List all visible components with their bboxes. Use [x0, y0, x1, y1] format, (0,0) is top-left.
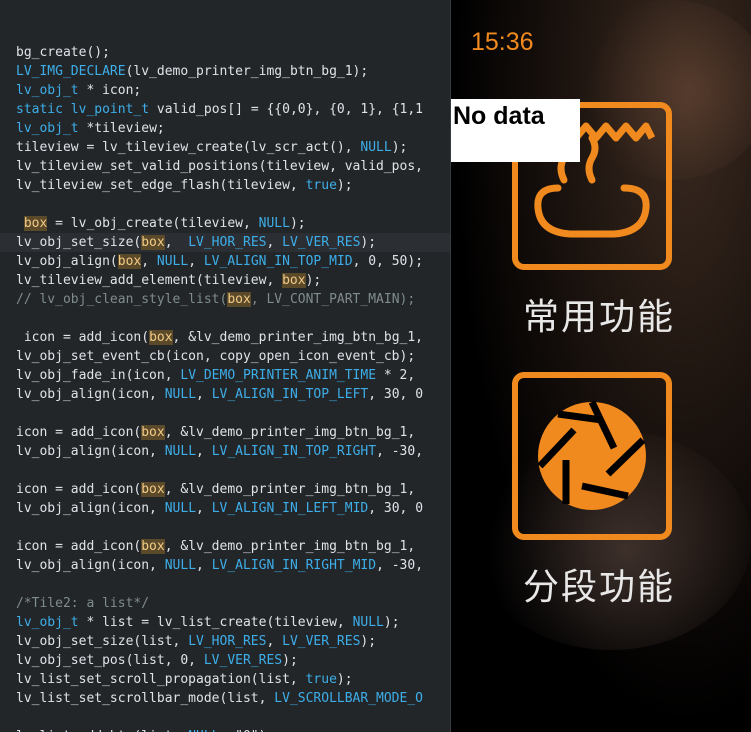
code-line[interactable]: icon = add_icon(box, &lv_demo_printer_im…	[16, 537, 451, 556]
code-line[interactable]: lv_tileview_set_edge_flash(tileview, tru…	[16, 176, 451, 195]
code-line[interactable]: lv_obj_set_size(box, LV_HOR_RES, LV_VER_…	[0, 233, 451, 252]
segment-functions-button[interactable]	[512, 372, 672, 540]
code-line[interactable]: lv_obj_t * icon;	[16, 81, 451, 100]
code-line[interactable]: box = lv_obj_create(tileview, NULL);	[16, 214, 451, 233]
code-editor[interactable]: bg_create(); LV_IMG_DECLARE(lv_demo_print…	[0, 0, 451, 732]
code-line[interactable]: lv_obj_align(icon, NULL, LV_ALIGN_IN_RIG…	[16, 556, 451, 575]
code-line[interactable]: lv_obj_t *tileview;	[16, 119, 451, 138]
code-line[interactable]	[16, 195, 451, 214]
code-line[interactable]: icon = add_icon(box, &lv_demo_printer_im…	[16, 328, 451, 347]
code-line[interactable]: lv_obj_fade_in(icon, LV_DEMO_PRINTER_ANI…	[16, 366, 451, 385]
device-preview: 15:36 常用功能 分段功能 No data	[451, 0, 751, 732]
code-line[interactable]: lv_tileview_set_valid_positions(tileview…	[16, 157, 451, 176]
code-line[interactable]: icon = add_icon(box, &lv_demo_printer_im…	[16, 423, 451, 442]
code-line[interactable]	[16, 404, 451, 423]
code-line[interactable]: lv_obj_align(box, NULL, LV_ALIGN_IN_TOP_…	[16, 252, 451, 271]
code-line[interactable]: lv_obj_align(icon, NULL, LV_ALIGN_IN_TOP…	[16, 385, 451, 404]
code-line[interactable]: /*Tile2: a list*/	[16, 594, 451, 613]
clock: 15:36	[471, 28, 534, 56]
code-line[interactable]: icon = add_icon(box, &lv_demo_printer_im…	[16, 480, 451, 499]
code-line[interactable]: lv_list_add_btn(list, NULL, "0");	[16, 727, 451, 732]
code-line[interactable]: static lv_point_t valid_pos[] = {{0,0}, …	[16, 100, 451, 119]
code-line[interactable]: lv_obj_align(icon, NULL, LV_ALIGN_IN_TOP…	[16, 442, 451, 461]
code-line[interactable]: // lv_obj_clean_style_list(box, LV_CONT_…	[16, 290, 451, 309]
code-line[interactable]	[16, 575, 451, 594]
code-line[interactable]: bg_create();	[16, 43, 451, 62]
code-line[interactable]: lv_obj_set_size(list, LV_HOR_RES, LV_VER…	[16, 632, 451, 651]
code-line[interactable]: lv_tileview_add_element(tileview, box);	[16, 271, 451, 290]
code-text[interactable]: bg_create(); LV_IMG_DECLARE(lv_demo_print…	[0, 43, 451, 732]
no-data-placeholder: No data	[451, 99, 580, 162]
code-line[interactable]: lv_obj_set_pos(list, 0, LV_VER_RES);	[16, 651, 451, 670]
code-line[interactable]: lv_obj_t * list = lv_list_create(tilevie…	[16, 613, 451, 632]
code-line[interactable]: lv_list_set_scroll_propagation(list, tru…	[16, 670, 451, 689]
aperture-icon	[537, 400, 646, 510]
code-line[interactable]	[16, 708, 451, 727]
code-line[interactable]: lv_list_set_scrollbar_mode(list, LV_SCRO…	[16, 689, 451, 708]
segment-functions-label: 分段功能	[523, 567, 676, 608]
code-line[interactable]: lv_obj_set_event_cb(icon, copy_open_icon…	[16, 347, 451, 366]
code-line[interactable]: tileview = lv_tileview_create(lv_scr_act…	[16, 138, 451, 157]
code-line[interactable]	[16, 461, 451, 480]
code-line[interactable]	[16, 518, 451, 537]
common-functions-label: 常用功能	[523, 297, 676, 338]
code-line[interactable]: lv_obj_align(icon, NULL, LV_ALIGN_IN_LEF…	[16, 499, 451, 518]
code-line[interactable]: LV_IMG_DECLARE(lv_demo_printer_img_btn_b…	[16, 62, 451, 81]
code-line[interactable]	[16, 309, 451, 328]
